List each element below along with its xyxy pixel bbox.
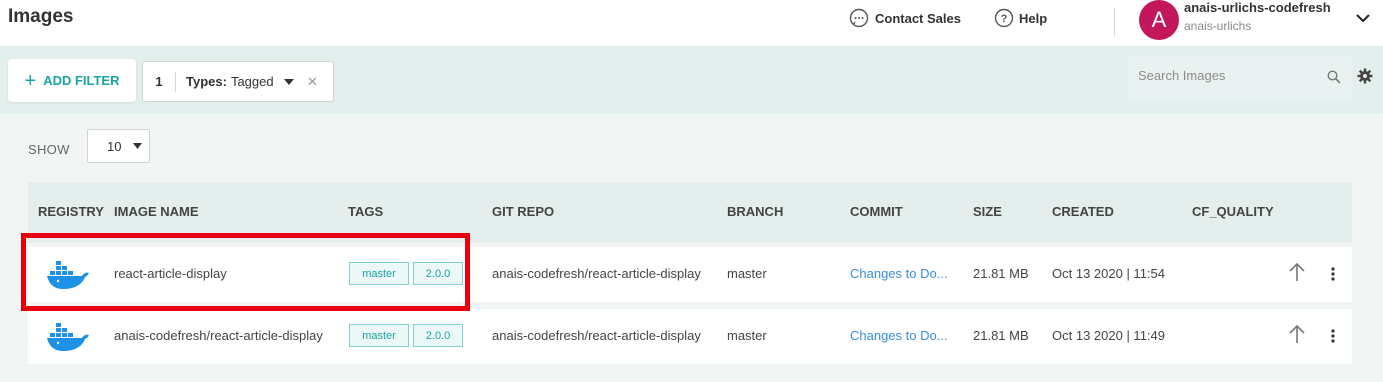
page-title: Images [8, 6, 74, 27]
column-header-cf-quality[interactable]: CF_QUALITY [1192, 204, 1274, 219]
help-link[interactable]: ? Help [994, 8, 1047, 28]
column-header-tags[interactable]: TAGS [348, 204, 383, 219]
commit-link[interactable]: Changes to Do... [850, 266, 948, 281]
more-vertical-icon[interactable] [1330, 266, 1336, 282]
filter-value: Tagged [230, 74, 274, 89]
commit-link[interactable]: Changes to Do... [850, 328, 948, 343]
column-header-size[interactable]: SIZE [973, 204, 1002, 219]
image-size: 21.81 MB [973, 328, 1029, 343]
filter-key: Types: [186, 74, 227, 89]
image-name[interactable]: anais-codefresh/react-article-display [114, 328, 323, 343]
column-header-registry[interactable]: REGISTRY [38, 204, 104, 219]
contact-sales-link[interactable]: Contact Sales [849, 8, 961, 28]
image-size: 21.81 MB [973, 266, 1029, 281]
svg-text:?: ? [1001, 13, 1008, 25]
contact-sales-label: Contact Sales [875, 10, 961, 26]
git-repo: anais-codefresh/react-article-display [492, 266, 701, 281]
plus-icon: + [24, 69, 37, 92]
show-label: SHOW [28, 142, 70, 157]
filter-type-dropdown[interactable]: Types: Tagged [176, 74, 301, 89]
docker-icon [47, 323, 89, 351]
caret-down-icon [283, 78, 294, 85]
avatar[interactable]: A [1139, 0, 1179, 40]
column-header-commit[interactable]: COMMIT [850, 204, 903, 219]
remove-filter-icon[interactable]: ✕ [307, 74, 318, 90]
account-name: anais-urlichs-codefresh [1184, 0, 1331, 15]
column-header-git-repo[interactable]: GIT REPO [492, 204, 554, 219]
account-subname: anais-urlichs [1184, 19, 1252, 33]
filter-bar: + ADD FILTER 1 Types: Tagged ✕ [0, 46, 1383, 114]
gear-icon[interactable] [1357, 68, 1373, 84]
docker-icon [47, 261, 89, 289]
table-row[interactable]: anais-codefresh/react-article-display ma… [28, 309, 1352, 364]
branch: master [727, 328, 767, 343]
page-size-select[interactable]: 10 [87, 129, 150, 163]
table-row[interactable]: react-article-display master 2.0.0 anais… [28, 247, 1352, 302]
tag-badge[interactable]: 2.0.0 [413, 324, 463, 347]
top-header: Images Contact Sales ? Help A anais-urli… [0, 0, 1383, 46]
tag-badge[interactable]: master [349, 262, 409, 285]
chevron-down-icon[interactable] [1355, 10, 1371, 26]
image-name[interactable]: react-article-display [114, 266, 227, 281]
chat-bubble-icon [849, 8, 869, 28]
column-header-branch[interactable]: BRANCH [727, 204, 783, 219]
filter-chip[interactable]: 1 Types: Tagged ✕ [142, 61, 334, 102]
add-filter-label: ADD FILTER [43, 73, 120, 88]
table-header: REGISTRY IMAGE NAME TAGS GIT REPO BRANCH… [28, 182, 1352, 243]
arrow-up-icon[interactable] [1288, 324, 1306, 344]
created-date: Oct 13 2020 | 11:54 [1052, 266, 1165, 281]
more-vertical-icon[interactable] [1330, 328, 1336, 344]
branch: master [727, 266, 767, 281]
search-images [1128, 56, 1352, 100]
images-content: SHOW 10 REGISTRY IMAGE NAME TAGS GIT REP… [0, 114, 1383, 382]
created-date: Oct 13 2020 | 11:49 [1052, 328, 1165, 343]
tag-badge[interactable]: 2.0.0 [413, 262, 463, 285]
column-header-image-name[interactable]: IMAGE NAME [114, 204, 199, 219]
arrow-up-icon[interactable] [1288, 262, 1306, 282]
images-table: REGISTRY IMAGE NAME TAGS GIT REPO BRANCH… [28, 182, 1352, 364]
search-input[interactable] [1138, 68, 1318, 83]
git-repo: anais-codefresh/react-article-display [492, 328, 701, 343]
page-size-value: 10 [107, 138, 122, 154]
tag-badge[interactable]: master [349, 324, 409, 347]
filter-count: 1 [155, 74, 163, 89]
header-divider [1114, 8, 1115, 36]
help-label: Help [1019, 10, 1048, 26]
question-circle-icon: ? [994, 8, 1014, 28]
add-filter-button[interactable]: + ADD FILTER [8, 59, 136, 102]
search-icon[interactable] [1327, 70, 1341, 84]
column-header-created[interactable]: CREATED [1052, 204, 1114, 219]
caret-down-icon [133, 143, 143, 149]
